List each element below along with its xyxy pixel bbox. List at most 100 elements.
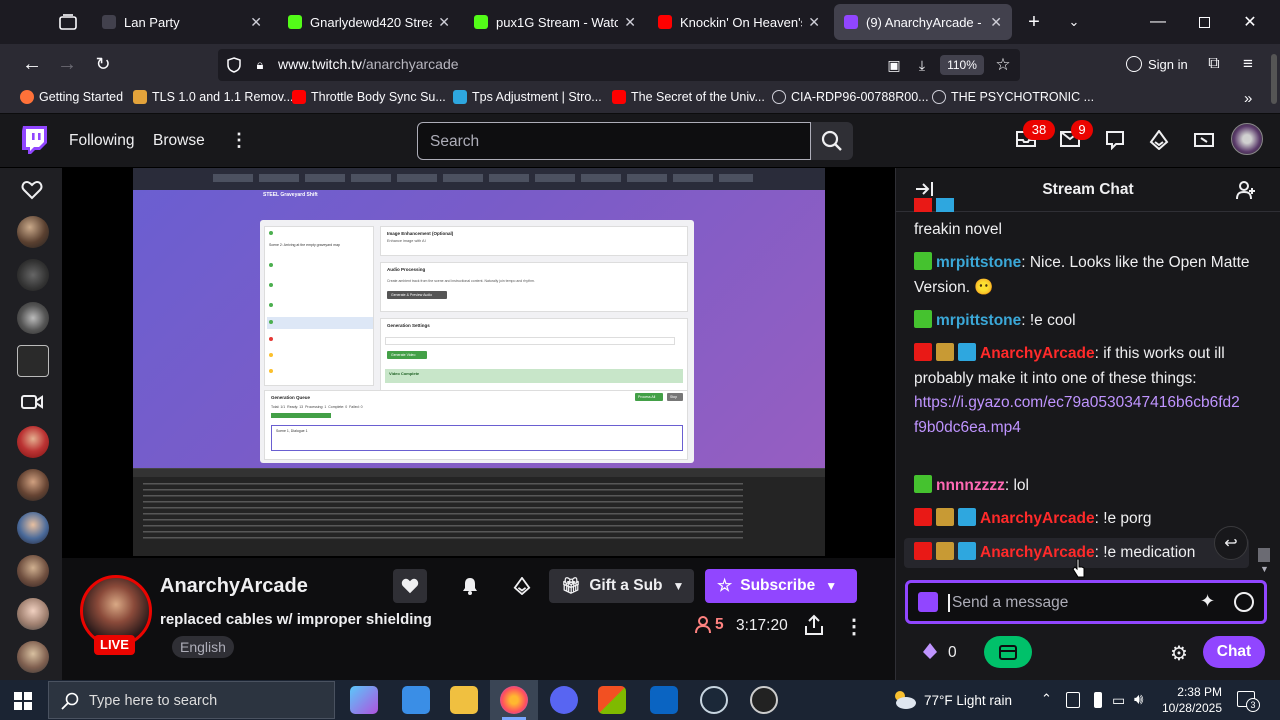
url-bar[interactable]: 🔒︎ www.twitch.tv/anarchyarcade ▣ ⤓ 110% … — [218, 49, 1020, 81]
browser-tab[interactable]: Gnarlydewd420 Stream ✕ — [278, 4, 460, 40]
browser-tab[interactable]: Lan Party ✕ — [92, 4, 272, 40]
zoom-level[interactable]: 110% — [940, 55, 984, 75]
obs-icon[interactable] — [750, 686, 778, 714]
follow-button[interactable] — [393, 569, 427, 603]
scrollbar-thumb[interactable] — [1271, 54, 1277, 104]
inbox-icon[interactable]: 38 — [1015, 120, 1055, 152]
channel-avatar[interactable] — [17, 216, 49, 248]
notifications-icon[interactable]: 9 — [1059, 120, 1093, 152]
browser-tab[interactable]: Knockin' On Heaven's D ✕ — [648, 4, 830, 40]
channel-points-diamond-icon[interactable] — [922, 642, 938, 662]
firefox-icon[interactable] — [500, 686, 528, 714]
verified-badge-icon[interactable] — [914, 475, 932, 493]
verified-badge-icon[interactable] — [914, 310, 932, 328]
more-options-icon[interactable]: ⋮ — [230, 130, 248, 151]
discord-icon[interactable] — [550, 686, 578, 714]
reply-icon[interactable]: ↩ — [1214, 526, 1248, 560]
page-scrollbar[interactable] — [1270, 44, 1278, 680]
gift-sub-button[interactable]: 🎁︎ Gift a Sub ▼ — [549, 569, 694, 603]
channel-avatar[interactable] — [17, 641, 49, 673]
channel-avatar[interactable] — [17, 345, 49, 377]
prime-loot-icon[interactable] — [1193, 130, 1217, 152]
channel-name[interactable]: AnarchyArcade — [160, 575, 308, 598]
extensions-icon[interactable]: ⧉ — [1202, 52, 1226, 76]
bookmark-item[interactable]: TLS 1.0 and 1.1 Remov... — [133, 90, 294, 104]
search-button[interactable] — [811, 122, 853, 160]
channel-avatar[interactable] — [17, 426, 49, 458]
chat-username[interactable]: nnnnzzzz — [936, 477, 1005, 494]
gift-badge-icon[interactable] — [936, 508, 954, 526]
device-icon[interactable] — [1066, 692, 1080, 708]
maximize-icon[interactable] — [1192, 10, 1216, 34]
reader-view-icon[interactable]: ▣ — [884, 55, 904, 75]
close-window-icon[interactable]: ✕ — [1238, 10, 1262, 34]
outlook-icon[interactable] — [650, 686, 678, 714]
forward-icon[interactable]: → — [55, 52, 79, 76]
chat-input[interactable]: Send a message ✦ — [905, 580, 1267, 624]
close-tab-icon[interactable]: ✕ — [250, 14, 262, 31]
microsoft-store-icon[interactable] — [598, 686, 626, 714]
channel-avatar[interactable] — [17, 259, 49, 291]
chat-username[interactable]: mrpittstone — [936, 312, 1021, 329]
lock-icon[interactable]: 🔒︎ — [250, 55, 270, 75]
search-input[interactable]: Search — [417, 122, 811, 160]
minimize-icon[interactable]: — — [1146, 10, 1170, 34]
channel-avatar[interactable] — [17, 598, 49, 630]
chat-username[interactable]: AnarchyArcade — [980, 345, 1095, 362]
volume-icon[interactable]: 🔊︎ — [1134, 691, 1143, 708]
windows-start-icon[interactable] — [14, 692, 32, 710]
sparkle-icon[interactable]: ✦ — [1200, 591, 1215, 612]
bits-icon[interactable] — [1149, 129, 1171, 152]
channel-avatar[interactable] — [17, 512, 49, 544]
notification-bell-button[interactable] — [453, 569, 487, 603]
heart-icon[interactable] — [21, 180, 43, 202]
chat-send-button[interactable]: Chat — [1203, 636, 1265, 668]
tag-english[interactable]: English — [172, 636, 234, 658]
video-player[interactable]: STEEL Graveyard Shift Scene 2: Arriving … — [62, 168, 895, 558]
file-explorer-icon[interactable] — [450, 686, 478, 714]
stream-video[interactable]: STEEL Graveyard Shift Scene 2: Arriving … — [133, 168, 825, 556]
browser-tab[interactable]: pux1G Stream - Watch L ✕ — [464, 4, 646, 40]
url-text[interactable]: www.twitch.tv/anarchyarcade — [278, 56, 459, 72]
battery-icon[interactable] — [1094, 692, 1102, 708]
file-explorer-alt-icon[interactable] — [402, 686, 430, 714]
verified-badge-icon[interactable] — [914, 252, 932, 270]
steam-icon[interactable] — [700, 686, 728, 714]
back-icon[interactable]: ← — [20, 52, 44, 76]
nav-following[interactable]: Following — [69, 132, 134, 150]
chat-settings-icon[interactable]: ⚙ — [1170, 641, 1188, 666]
chevron-up-icon[interactable]: ⌃ — [1041, 691, 1052, 707]
channel-avatar[interactable] — [17, 555, 49, 587]
bookmark-item[interactable]: Tps Adjustment | Stro... — [453, 90, 602, 104]
prediction-button[interactable] — [984, 636, 1032, 668]
channel-points-icon[interactable] — [918, 592, 938, 612]
bookmark-item[interactable]: Getting Started — [20, 90, 123, 104]
notification-center-icon[interactable]: 3 — [1237, 691, 1260, 712]
video-camera-icon[interactable] — [21, 394, 43, 410]
sign-in-button[interactable]: Sign in — [1118, 49, 1196, 79]
network-icon[interactable]: ▭ — [1112, 692, 1125, 709]
close-tab-icon[interactable]: ✕ — [438, 14, 450, 31]
weather-icon[interactable] — [890, 688, 918, 712]
more-bookmarks-icon[interactable]: » — [1244, 90, 1252, 107]
tab-list-icon[interactable] — [56, 10, 80, 34]
subscribe-button[interactable]: ☆ Subscribe ▼ — [705, 569, 857, 603]
chat-username[interactable]: AnarchyArcade — [980, 510, 1095, 527]
share-icon[interactable] — [804, 614, 826, 638]
menu-icon[interactable]: ≡ — [1236, 52, 1260, 76]
bits-button[interactable] — [505, 569, 539, 603]
bookmark-star-icon[interactable]: ☆ — [992, 54, 1014, 76]
shield-icon[interactable] — [224, 55, 244, 75]
user-avatar[interactable] — [1231, 123, 1263, 155]
bookmark-item[interactable]: Throttle Body Sync Su... — [292, 90, 446, 104]
scroll-down-icon[interactable]: ▼ — [1260, 564, 1269, 574]
save-page-icon[interactable]: ⤓ — [912, 55, 932, 75]
broadcaster-badge-icon[interactable] — [914, 542, 932, 560]
close-tab-icon[interactable]: ✕ — [624, 14, 636, 31]
bookmark-item[interactable]: CIA-RDP96-00788R00... — [772, 90, 929, 104]
new-tab-icon[interactable]: + — [1022, 10, 1046, 34]
broadcaster-badge-icon[interactable] — [914, 508, 932, 526]
crown-badge-icon[interactable] — [958, 343, 976, 361]
nav-browse[interactable]: Browse — [153, 132, 205, 150]
emote-picker-icon[interactable] — [1234, 592, 1254, 612]
